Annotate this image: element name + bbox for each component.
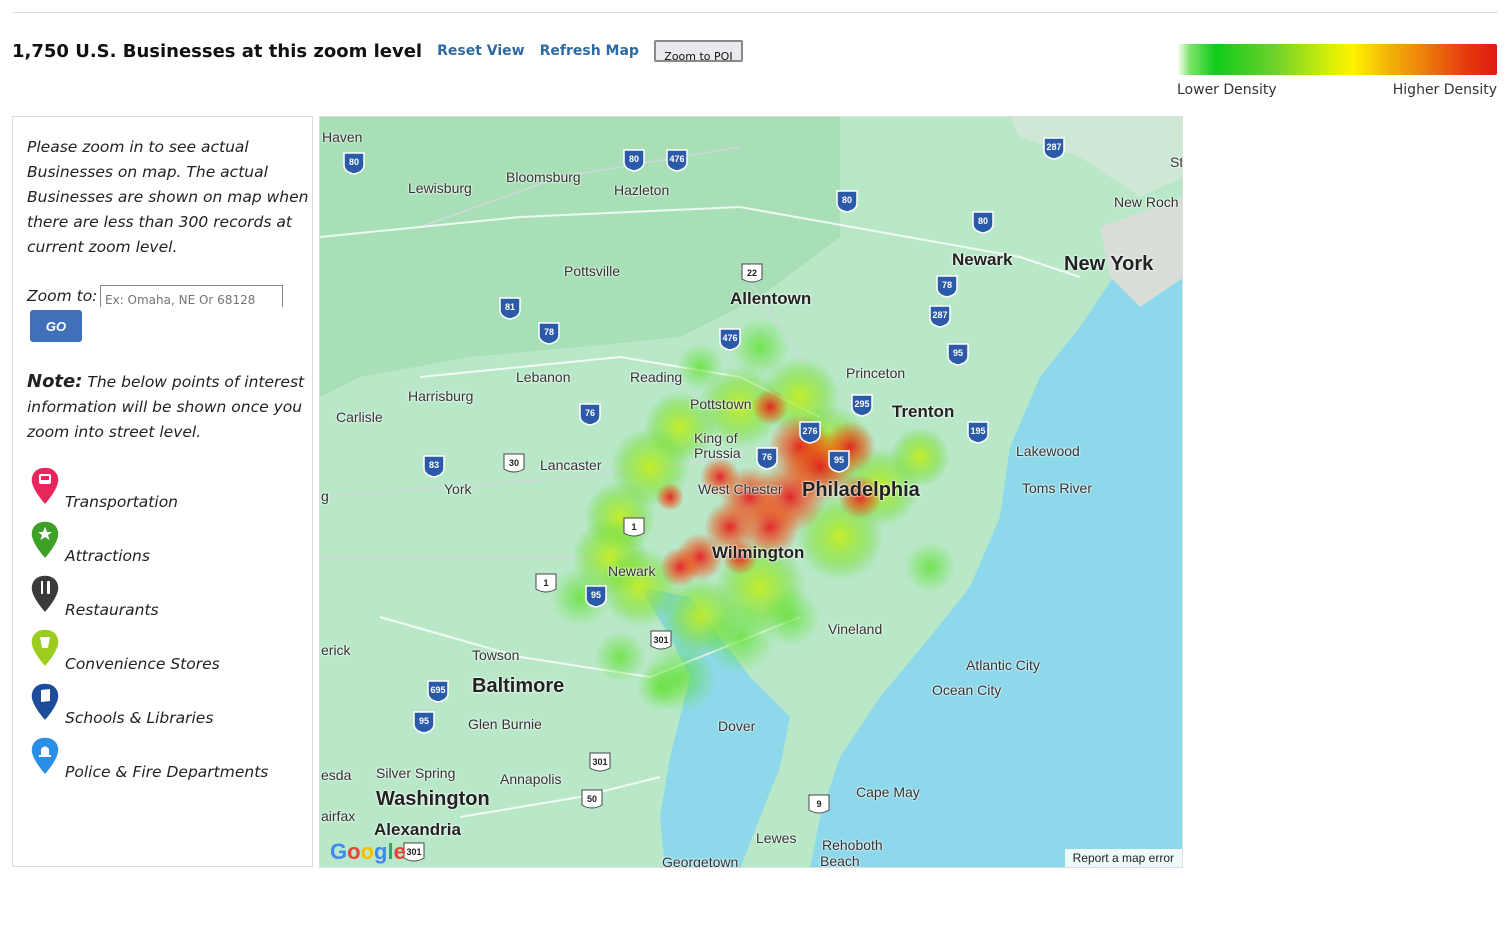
map-label: Pottsville	[564, 263, 621, 279]
zoom-to-label: Zoom to:	[27, 287, 98, 305]
map-label: Lebanon	[516, 369, 571, 385]
map-label: Lakewood	[1016, 443, 1080, 459]
map-label: Towson	[472, 647, 520, 663]
poi-note: Note: The below points of interest infor…	[27, 369, 315, 445]
map-label: Lewisburg	[408, 180, 472, 196]
poi-legend-item: Restaurants	[29, 573, 159, 619]
map-header: 1,750 U.S. Businesses at this zoom level…	[12, 36, 743, 66]
poi-label: Schools & Libraries	[65, 709, 214, 727]
map-label: Lancaster	[540, 457, 602, 473]
map-label: Alexandria	[374, 820, 461, 839]
map-label: New York	[1064, 253, 1154, 275]
map-label: Ocean City	[932, 682, 1002, 698]
map-label: Harrisburg	[408, 388, 474, 404]
poi-legend-item: Police & Fire Departments	[29, 735, 268, 781]
star-pin-icon	[30, 520, 60, 561]
map-label: Silver Spring	[376, 765, 456, 781]
poi-legend-item: Transportation	[29, 465, 178, 511]
map-label: New Roch	[1114, 194, 1179, 210]
map-label: Philadelphia	[802, 479, 920, 501]
book-pin-icon	[30, 682, 60, 723]
map-label: Trenton	[892, 402, 955, 421]
map-label: Allentown	[730, 289, 812, 308]
go-button[interactable]: GO	[30, 310, 82, 342]
map-label: Carlisle	[336, 409, 383, 425]
poi-legend-item: Schools & Libraries	[29, 681, 213, 727]
poi-label: Police & Fire Departments	[65, 763, 269, 781]
map-label: g	[321, 488, 329, 504]
map-label: Beach	[820, 853, 860, 868]
density-legend-gradient	[1177, 44, 1497, 75]
cup-pin-icon	[30, 628, 60, 669]
map-label: erick	[321, 642, 351, 658]
density-heat-map[interactable]: Haven Lewisburg Bloomsburg Hazleton Pott…	[319, 116, 1183, 868]
map-label: Washington	[376, 788, 490, 810]
legend-high-label: Higher Density	[1392, 82, 1497, 98]
poi-legend-item: Attractions	[29, 519, 150, 565]
map-label: Baltimore	[472, 675, 565, 697]
map-label: York	[444, 481, 472, 497]
map-label: Reading	[630, 369, 683, 385]
poi-label: Convenience Stores	[65, 655, 220, 673]
refresh-map-link[interactable]: Refresh Map	[540, 43, 639, 59]
map-label: Bloomsburg	[506, 169, 581, 185]
siren-pin-icon	[30, 736, 60, 777]
zoom-instructions: Please zoom in to see actual Businesses …	[27, 138, 309, 256]
map-label: Rehoboth	[822, 837, 883, 853]
google-logo: Google	[330, 839, 406, 864]
utensils-pin-icon	[30, 574, 60, 615]
info-panel: Please zoom in to see actual Businesses …	[12, 116, 313, 867]
zoom-location-input[interactable]	[100, 285, 283, 307]
map-label: Annapolis	[500, 771, 562, 787]
map-label: Lewes	[756, 830, 797, 846]
map-label: Wilmington	[712, 543, 805, 562]
map-label: Cape May	[856, 784, 920, 800]
report-map-error-link[interactable]: Report a map error	[1064, 849, 1182, 867]
map-label: Atlantic City	[966, 657, 1040, 673]
map-label: Glen Burnie	[468, 716, 542, 732]
poi-legend-item: Convenience Stores	[29, 627, 220, 673]
bus-pin-icon	[30, 466, 60, 507]
map-label: Toms River	[1022, 480, 1093, 496]
business-count: 1,750 U.S. Businesses at this zoom level	[12, 40, 423, 62]
poi-label: Attractions	[65, 547, 150, 565]
poi-label: Transportation	[65, 493, 178, 511]
zoom-to-poi-button[interactable]: Zoom to POI	[653, 40, 743, 62]
reset-view-link[interactable]: Reset View	[437, 43, 525, 59]
note-title: Note:	[27, 371, 83, 392]
legend-low-label: Lower Density	[1177, 82, 1277, 98]
map-label: Newark	[952, 250, 1013, 269]
poi-label: Restaurants	[65, 601, 159, 619]
map-label: Georgetown	[662, 854, 739, 868]
map-label: Vineland	[828, 621, 883, 637]
map-label: West Chester	[698, 481, 783, 497]
map-label: esda	[321, 767, 352, 783]
map-label: King of Prussia	[694, 430, 741, 461]
map-label: Newark	[608, 563, 656, 579]
map-label: Haven	[322, 129, 363, 145]
map-label: Princeton	[846, 365, 906, 381]
map-label: airfax	[321, 808, 356, 824]
map-label: Dover	[718, 718, 756, 734]
map-label: Pottstown	[690, 396, 752, 412]
map-label: St	[1170, 154, 1183, 170]
map-label: Hazleton	[614, 182, 670, 198]
top-divider	[12, 12, 1498, 13]
